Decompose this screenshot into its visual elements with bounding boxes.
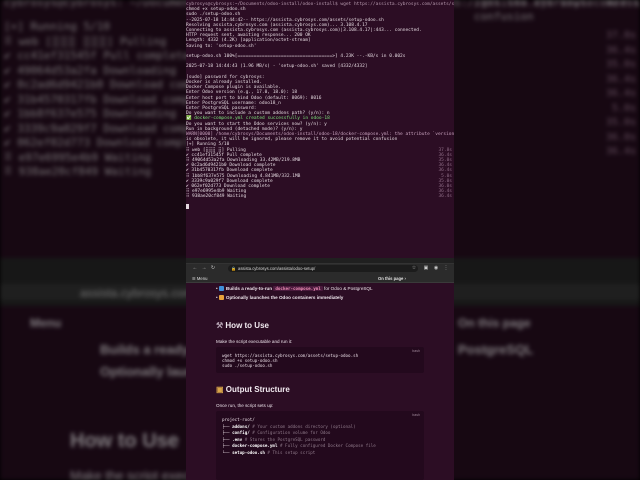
address-text: assista.cybrosys.com/assista/odoo-setup/ [238,266,316,271]
code-block-install[interactable]: bash wget https://assista.cybrosys.com/a… [216,347,424,373]
code-block-structure[interactable]: bash project-root/├── addons/ # Your cus… [216,411,424,480]
on-this-page-label: On this page [378,276,404,281]
bullet-builds-text: Builds a ready-to-run [225,286,273,291]
bullet-launch-text: Optionally launches the Odoo containers … [225,295,344,300]
package-icon: ▣ [216,385,224,394]
terminal-cursor [186,204,189,209]
hammer-wrench-icon: ⚒ [216,321,224,330]
reload-icon[interactable]: ↻ [210,265,216,271]
bg-time: 37.8s [605,30,636,41]
star-icon[interactable]: ☆ [411,265,417,271]
tree-line: ├── config/ # Configuration volume for O… [222,430,331,435]
terminal-window[interactable]: cybrosys@cybrosys:~/Documents/odoo-insta… [186,0,454,258]
terminal-line: Saving to: 'setup-odoo.sh' [186,43,257,49]
address-bar[interactable]: 🔒 assista.cybrosys.com/assista/odoo-setu… [228,265,418,272]
bg-time: 36.0s [605,131,636,143]
code-line: sudo ./setup-odoo.sh [222,363,273,368]
tree-line: ├── docker-compose.yml # Fully configure… [222,443,376,448]
bg-time: 5.0s [611,102,636,114]
doc-content: • Builds a ready-to-run docker-compose.y… [186,283,454,480]
bullet-builds-suffix: for Odoo & PostgreSQL [324,286,373,291]
bg-time: 36.4s [605,73,636,85]
tree-line: └── setup-odoo.sh # This setup script [222,449,316,455]
terminal-line: 2025-07-18 14:44:43 (1.96 MB/s) - 'setup… [186,64,368,70]
heading-how-to-use-text: How to Use [225,321,269,330]
menu-label: Menu [196,276,208,281]
container-icon [218,286,224,291]
heading-output-structure: ▣ Output Structure [216,385,290,394]
bg-time: 36.4s [605,88,636,99]
bg-time-list: 37.8s 36.4s 35.0s 36.4s 36.4s 5.0s 35.0s 36.0s 3… [606,30,636,161]
doc-topbar: ☰ Menu On this page › [186,274,454,283]
terminal-line: setup-odoo.sh 100%[=====================… [186,54,406,59]
bullet-builds: • Builds a ready-to-run docker-compose.y… [216,286,373,291]
bg-time: 35.0s [605,117,636,128]
make-executable-text: Make the script executable and run it: [216,339,293,344]
tree-line: ├── addons/ # Your custom addons directo… [222,423,356,429]
heading-output-structure-text: Output Structure [225,385,290,394]
back-arrow-icon[interactable]: ← [192,265,198,271]
tree-line: project-root/ [222,417,255,422]
bg-postgresql: PostgreSQL [458,342,534,357]
bg-make-script: Make the script execu [70,468,197,480]
inline-code-compose: docker-compose.yml [273,286,323,291]
once-run-text: Once run, the script sets up: [216,403,274,408]
bg-time: 36.4s [605,44,636,56]
bg-time: 36.4s [605,146,636,157]
profile-icon[interactable]: ◉ [433,265,439,271]
lock-icon: 🔒 [231,266,236,271]
menu-button[interactable]: ☰ Menu [192,275,207,282]
bg-terminal-fragment2: confusion [474,10,534,23]
terminal-line: ⠿ 938ae20cf849 Waiting [186,194,247,200]
bg-how-to-use: How to Use [70,430,179,452]
terminal-timer: 36.4s [438,194,452,200]
bg-time: 35.0s [605,59,636,70]
extensions-icon[interactable]: ▣ [423,265,429,271]
bg-menu: Menu [30,316,62,330]
forward-arrow-icon[interactable]: → [201,265,207,271]
kebab-menu-icon[interactable]: ⋮ [443,265,449,271]
heading-how-to-use: ⚒ How to Use [216,321,269,330]
on-this-page-button[interactable]: On this page › [378,275,406,282]
bg-on-this-page: On this page [458,316,531,330]
play-icon [218,295,224,300]
bullet-launch: • Optionally launches the Odoo container… [216,295,344,300]
tree-line: ├── .env # Stores the PostgreSQL passwor… [222,436,326,442]
browser-window: ← → ↻ 🔒 assista.cybrosys.com/assista/odo… [186,258,454,480]
code-lang-label: bash [412,413,420,417]
bg-terminal-fragment: ight the attribute `version` [474,0,640,9]
code-lang-label: bash [412,349,420,353]
